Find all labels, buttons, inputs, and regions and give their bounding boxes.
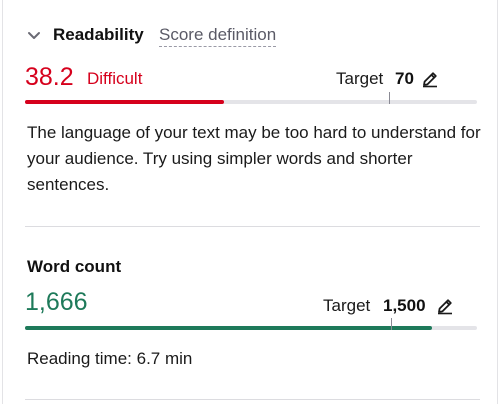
readability-score-label: Difficult [87,69,143,88]
section-divider [25,399,480,400]
content-score-panel: Readability Score definition 38.2 Diffic… [2,0,498,404]
readability-progress-fill [25,100,224,104]
score-definition-link[interactable]: Score definition [159,24,277,47]
word-count-progress-bar [25,318,477,330]
readability-progress-bar [25,92,477,104]
pencil-icon[interactable] [436,297,454,315]
readability-description: The language of your text may be too har… [27,123,481,194]
word-count-title: Word count [27,257,122,276]
word-count-value: 1,666 [25,288,88,316]
word-count-target-value: 1,500 [383,296,426,315]
word-count-progress-fill [25,326,432,330]
word-count-target-marker [391,318,392,330]
pencil-icon[interactable] [421,70,439,88]
readability-target-label: Target [336,69,384,88]
readability-title[interactable]: Readability [53,24,144,46]
chevron-down-icon[interactable] [27,31,41,41]
readability-score: 38.2 [25,63,74,91]
section-divider [25,226,480,227]
readability-target-value: 70 [395,69,414,88]
word-count-target-label: Target [323,296,371,315]
reading-time: Reading time: 6.7 min [27,349,193,368]
readability-target-marker [389,92,390,104]
